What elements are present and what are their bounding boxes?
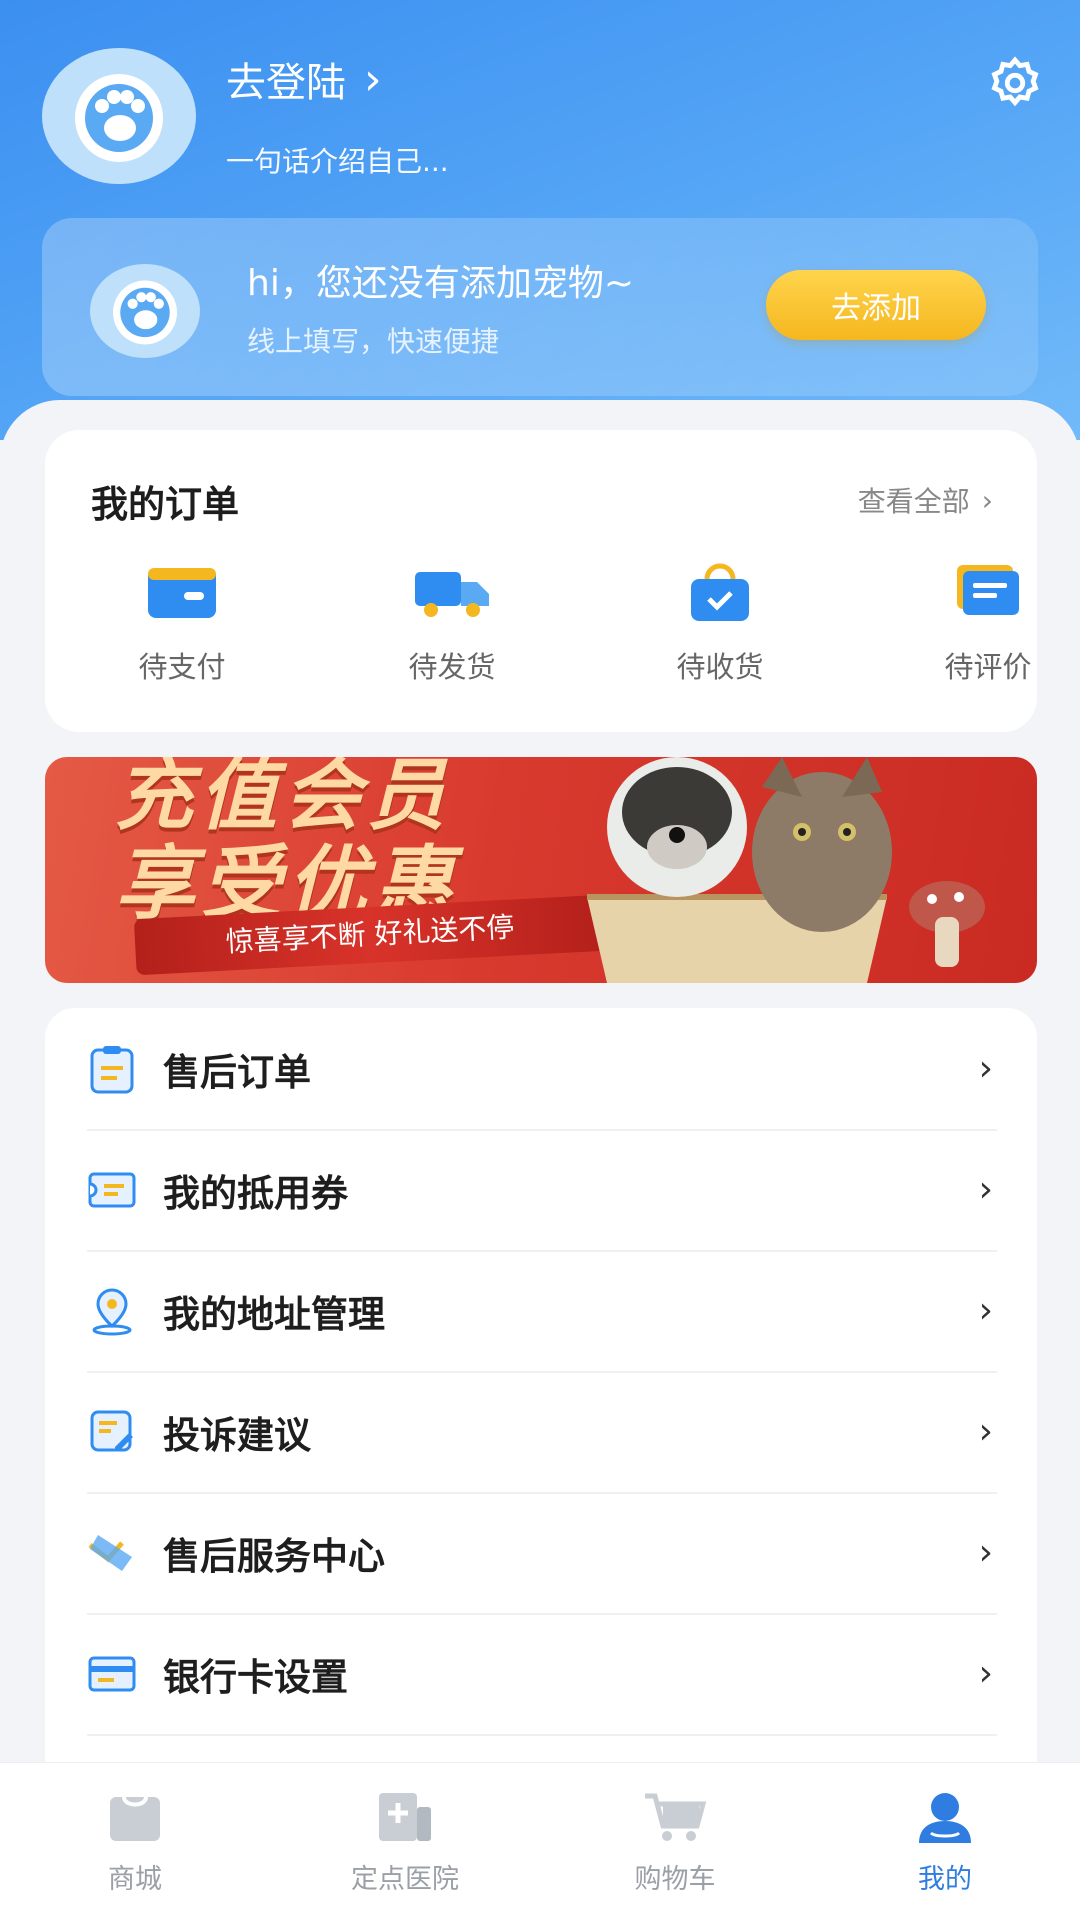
pet-avatar xyxy=(90,264,200,358)
menu-label: 银行卡设置 xyxy=(163,1655,348,1699)
tab-hospital[interactable]: 定点医院 xyxy=(315,1787,495,1896)
shop-icon xyxy=(110,1796,160,1841)
order-label: 待评价 xyxy=(944,650,1032,684)
menu-label: 投诉建议 xyxy=(163,1413,311,1457)
user-avatar[interactable] xyxy=(42,48,196,184)
tab-label: 我的 xyxy=(918,1864,972,1895)
login-label: 去登陆 xyxy=(226,60,346,106)
paw-logo-icon xyxy=(113,280,177,345)
chevron-right-icon: › xyxy=(978,1532,993,1573)
truck-icon xyxy=(415,572,489,617)
menu-item-service-center[interactable]: 售后服务中心 › xyxy=(87,1492,997,1615)
menu-label: 售后订单 xyxy=(163,1050,311,1094)
bag-icon xyxy=(691,563,749,621)
chevron-right-icon: › xyxy=(978,1653,993,1694)
order-pending-shipment[interactable]: 待发货 xyxy=(367,558,537,686)
view-all-label: 查看全部 xyxy=(857,485,970,518)
bottom-tab-bar: 商城 定点医院 购物车 我的 xyxy=(0,1762,1080,1921)
chevron-right-icon: › xyxy=(978,1048,993,1089)
profile-intro[interactable]: 一句话介绍自己... xyxy=(226,140,449,180)
add-pet-card: hi，您还没有添加宠物~ 线上填写，快速便捷 去添加 xyxy=(42,218,1038,396)
menu-item-address[interactable]: 我的地址管理 › xyxy=(87,1250,997,1373)
order-label: 待收货 xyxy=(676,650,764,684)
order-pending-payment[interactable]: 待支付 xyxy=(97,558,267,686)
user-icon xyxy=(919,1793,971,1843)
chevron-right-icon: › xyxy=(364,53,382,105)
clipboard-icon xyxy=(90,1045,134,1093)
cart-icon xyxy=(645,1793,707,1841)
my-orders-card: 我的订单 查看全部 › 待支付 待发货 待收货 待评价 xyxy=(45,430,1037,732)
chevron-right-icon: › xyxy=(981,483,993,517)
menu-item-bank-card[interactable]: 银行卡设置 › xyxy=(87,1613,997,1736)
paw-logo-icon xyxy=(75,74,163,162)
promo-banner[interactable]: 充值会员 享受优惠 惊喜享不断 好礼送不停 xyxy=(45,757,1037,983)
pet-card-subtitle: 线上填写，快速便捷 xyxy=(247,325,500,358)
menu-item-coupons[interactable]: 我的抵用券 › xyxy=(87,1129,997,1252)
tab-shop[interactable]: 商城 xyxy=(45,1787,225,1896)
tab-label: 定点医院 xyxy=(351,1864,459,1895)
tab-mine[interactable]: 我的 xyxy=(855,1787,1035,1896)
tab-cart[interactable]: 购物车 xyxy=(585,1787,765,1896)
order-pending-review[interactable]: 待评价 xyxy=(903,558,1073,686)
tab-label: 购物车 xyxy=(634,1864,716,1895)
wallet-icon xyxy=(148,568,216,618)
pet-card-title: hi，您还没有添加宠物~ xyxy=(247,263,634,304)
tab-label: 商城 xyxy=(108,1864,162,1895)
view-all-orders-link[interactable]: 查看全部 › xyxy=(858,480,993,520)
comment-icon xyxy=(957,565,1019,615)
menu-item-complaints[interactable]: 投诉建议 › xyxy=(87,1371,997,1494)
edit-icon xyxy=(90,1410,133,1451)
orders-title: 我的订单 xyxy=(91,483,239,526)
hospital-icon xyxy=(379,1793,431,1841)
menu-label: 我的抵用券 xyxy=(163,1171,348,1215)
add-pet-button[interactable]: 去添加 xyxy=(766,270,986,340)
coupon-icon xyxy=(88,1172,136,1207)
location-icon xyxy=(92,1287,132,1335)
card-icon xyxy=(88,1656,136,1691)
login-link[interactable]: 去登陆 › xyxy=(226,50,382,108)
puppy-kitten-photo xyxy=(587,757,985,983)
chevron-right-icon: › xyxy=(978,1169,993,1210)
settings-gear-icon[interactable] xyxy=(986,54,1044,112)
order-label: 待支付 xyxy=(138,650,226,684)
order-label: 待发货 xyxy=(408,650,496,684)
settings-menu: 售后订单 › 我的抵用券 › 我的地址管理 › 投诉建议 › 售后服务中心 › … xyxy=(45,1008,1037,1788)
chevron-right-icon: › xyxy=(978,1290,993,1331)
chevron-right-icon: › xyxy=(978,1411,993,1452)
menu-item-after-sales-orders[interactable]: 售后订单 › xyxy=(87,1008,997,1131)
menu-label: 我的地址管理 xyxy=(163,1292,385,1336)
order-pending-receipt[interactable]: 待收货 xyxy=(635,558,805,686)
service-icon xyxy=(88,1534,132,1571)
menu-label: 售后服务中心 xyxy=(163,1534,385,1578)
